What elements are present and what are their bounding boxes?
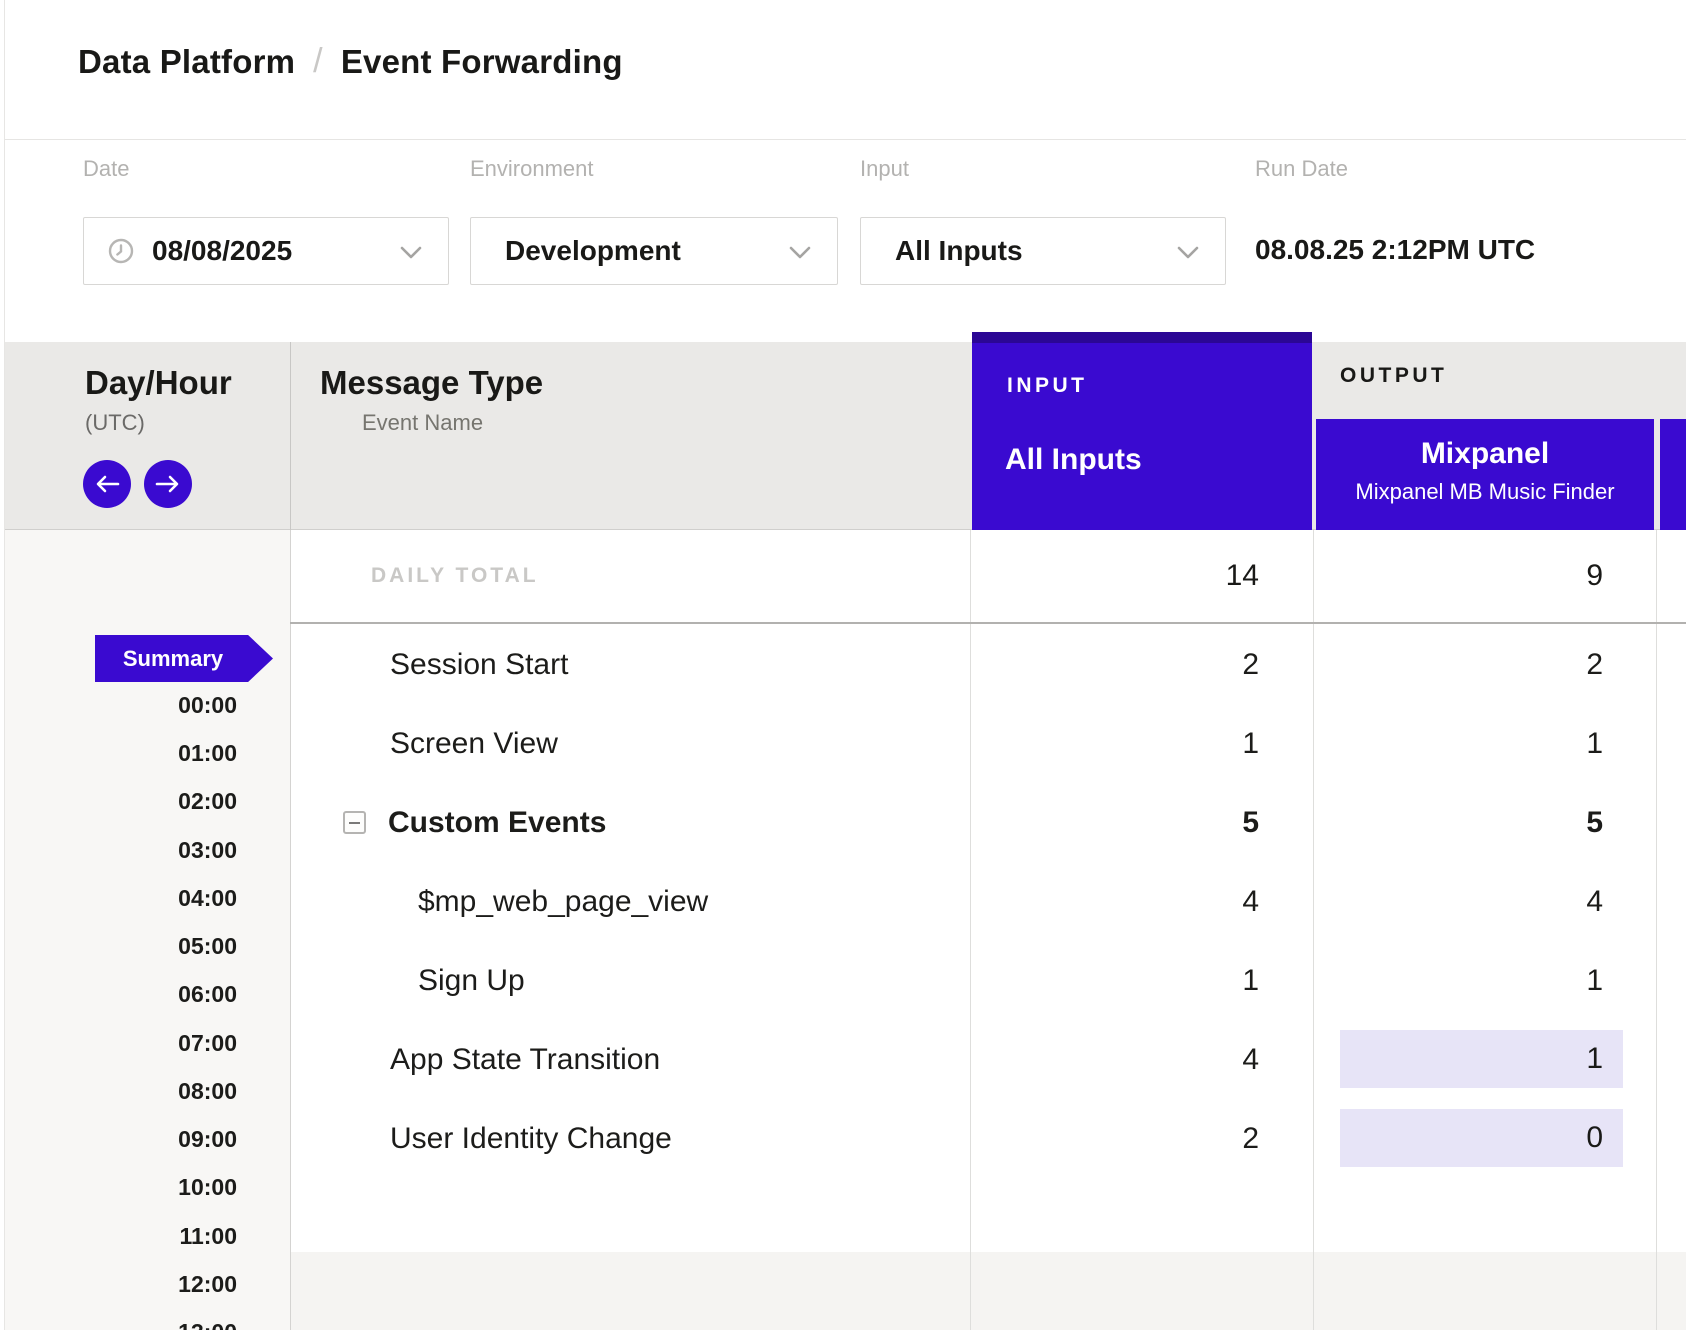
- output-column-kicker: OUTPUT: [1340, 364, 1447, 388]
- hour-item[interactable]: 12:00: [100, 1271, 237, 1299]
- day-hour-column-subtitle: (UTC): [85, 410, 145, 436]
- hour-item[interactable]: 05:00: [100, 933, 237, 961]
- input-column-name: All Inputs: [1005, 443, 1142, 477]
- hour-item[interactable]: 13:00: [100, 1319, 237, 1330]
- table-row: Screen View 1 1: [0, 704, 1686, 783]
- daily-total-input-value: 14: [970, 530, 1259, 622]
- row-input-value: 2: [970, 1099, 1259, 1178]
- table-row: $mp_web_page_view 4 4: [0, 862, 1686, 941]
- environment-value: Development: [505, 235, 681, 267]
- run-date-value: 08.08.25 2:12PM UTC: [1255, 234, 1535, 266]
- input-value: All Inputs: [895, 235, 1023, 267]
- row-output-value: 4: [1313, 862, 1603, 941]
- daily-total-output-value: 9: [1313, 530, 1603, 622]
- breadcrumb-section[interactable]: Data Platform: [78, 43, 295, 81]
- breadcrumb-separator: /: [313, 42, 323, 81]
- row-label: Screen View: [390, 704, 558, 783]
- date-filter-label: Date: [83, 156, 129, 182]
- day-hour-column-title: Day/Hour: [85, 364, 232, 402]
- hour-item[interactable]: 02:00: [100, 788, 237, 816]
- hour-item[interactable]: 06:00: [100, 981, 237, 1009]
- row-output-value-highlighted: 1: [1340, 1030, 1623, 1088]
- row-label: Session Start: [390, 625, 568, 704]
- row-output-value: 1: [1313, 941, 1603, 1020]
- date-dropdown[interactable]: 08/08/2025: [83, 217, 449, 285]
- output-column-header-next-partial[interactable]: [1660, 419, 1686, 530]
- output-connection-name: Mixpanel MB Music Finder: [1316, 479, 1654, 505]
- table-row: User Identity Change 2 0: [0, 1099, 1686, 1178]
- row-input-value: 4: [970, 1020, 1259, 1099]
- row-input-value: 4: [970, 862, 1259, 941]
- clock-icon: [108, 238, 134, 264]
- row-output-value: 2: [1313, 625, 1603, 704]
- output-name: Mixpanel: [1316, 437, 1654, 471]
- arrow-left-icon: [94, 474, 120, 494]
- event-name-column-subtitle: Event Name: [362, 410, 483, 436]
- page-title: Event Forwarding: [341, 43, 623, 81]
- date-value: 08/08/2025: [152, 235, 292, 267]
- row-output-value-highlighted: 0: [1340, 1109, 1623, 1167]
- hour-item[interactable]: 00:00: [100, 692, 237, 720]
- row-label: Sign Up: [418, 941, 525, 1020]
- previous-day-button[interactable]: [83, 460, 131, 508]
- arrow-right-icon: [155, 474, 181, 494]
- row-label: App State Transition: [390, 1020, 660, 1099]
- next-day-button[interactable]: [144, 460, 192, 508]
- environment-dropdown[interactable]: Development: [470, 217, 838, 285]
- daily-total-label: DAILY TOTAL: [371, 564, 539, 588]
- table-row: App State Transition 4 1: [0, 1020, 1686, 1099]
- breadcrumb: Data Platform / Event Forwarding: [78, 42, 623, 81]
- row-input-value: 1: [970, 704, 1259, 783]
- collapse-toggle-icon[interactable]: [343, 811, 366, 834]
- row-input-value: 2: [970, 625, 1259, 704]
- daily-total-divider: [290, 622, 1686, 624]
- table-footer-band: [291, 1252, 1686, 1330]
- hour-item[interactable]: 01:00: [100, 740, 237, 768]
- event-forwarding-page: Data Platform / Event Forwarding Date En…: [0, 0, 1686, 1330]
- chevron-down-icon: [400, 246, 422, 260]
- row-label: User Identity Change: [390, 1099, 672, 1178]
- summary-tab[interactable]: Summary: [95, 635, 273, 682]
- table-row-custom-events: Custom Events 5 5: [0, 783, 1686, 862]
- hour-item[interactable]: 03:00: [100, 837, 237, 865]
- hour-item[interactable]: 10:00: [100, 1174, 237, 1202]
- grid-header-divider: [290, 342, 291, 530]
- message-type-column-title: Message Type: [320, 364, 543, 402]
- input-filter-label: Input: [860, 156, 909, 182]
- run-date-label: Run Date: [1255, 156, 1348, 182]
- hour-item[interactable]: 04:00: [100, 885, 237, 913]
- page-left-border: [4, 0, 5, 1330]
- input-column-header[interactable]: INPUT All Inputs: [972, 332, 1312, 530]
- chevron-down-icon: [1177, 246, 1199, 260]
- chevron-down-icon: [789, 246, 811, 260]
- row-label: $mp_web_page_view: [418, 862, 708, 941]
- row-input-value: 5: [970, 783, 1259, 862]
- row-output-value: 1: [1313, 704, 1603, 783]
- row-input-value: 1: [970, 941, 1259, 1020]
- daily-total-row: DAILY TOTAL 14 9: [0, 530, 1686, 622]
- hour-item[interactable]: 08:00: [100, 1078, 237, 1106]
- input-dropdown[interactable]: All Inputs: [860, 217, 1226, 285]
- table-row: Sign Up 1 1: [0, 941, 1686, 1020]
- environment-filter-label: Environment: [470, 156, 594, 182]
- input-column-kicker: INPUT: [1007, 374, 1088, 398]
- hour-item[interactable]: 09:00: [100, 1126, 237, 1154]
- hour-item[interactable]: 07:00: [100, 1030, 237, 1058]
- row-output-value: 5: [1313, 783, 1603, 862]
- header-divider: [0, 139, 1686, 140]
- row-label: Custom Events: [388, 783, 606, 862]
- hour-item[interactable]: 11:00: [100, 1223, 237, 1251]
- output-column-header-mixpanel[interactable]: Mixpanel Mixpanel MB Music Finder: [1316, 419, 1654, 530]
